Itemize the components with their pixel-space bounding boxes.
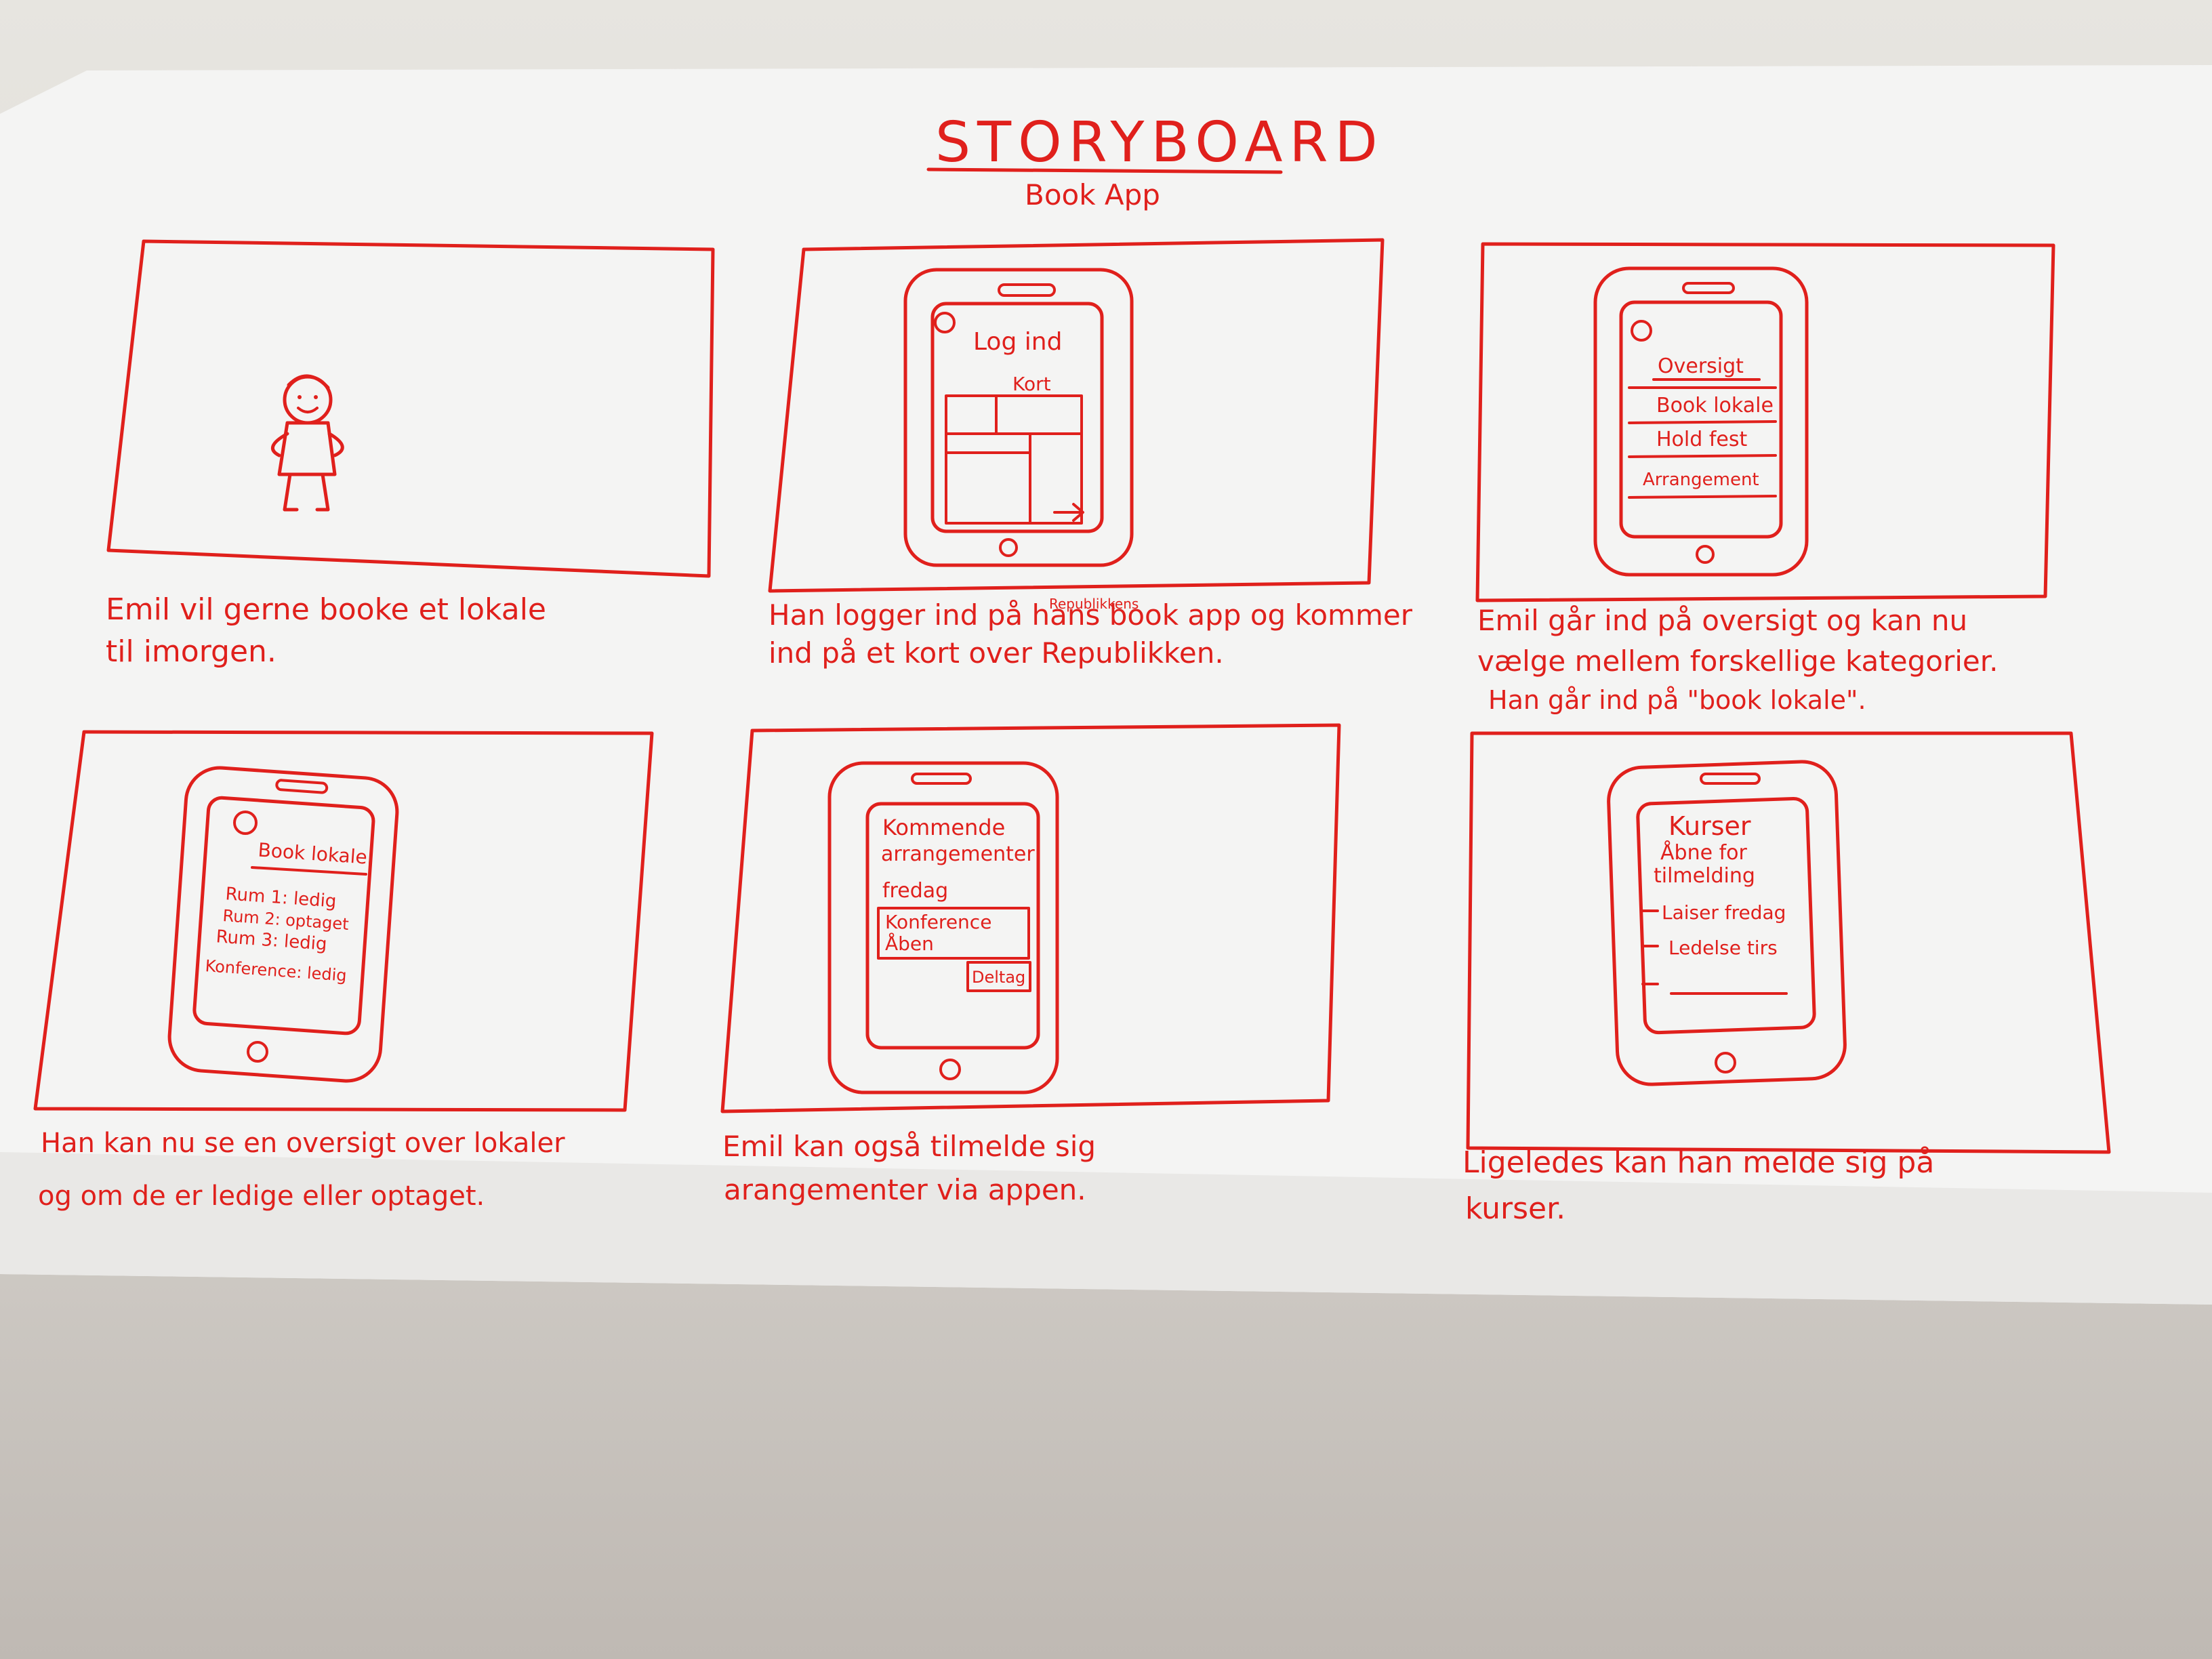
panel-2-caption-line-2: ind på et kort over Republikken. (769, 636, 1224, 670)
panel-3-caption-line-1: Emil går ind på oversigt og kan nu (1477, 604, 1967, 637)
join-button-label: Deltag (972, 968, 1025, 987)
phone-6-row-2: Ledelse tirs (1668, 937, 1778, 959)
phone-2-map-label: Kort (1012, 373, 1051, 395)
panel-6-caption-line-2: kurser. (1465, 1191, 1565, 1226)
storyboard-subtitle: Book App (1025, 178, 1160, 211)
phone-6-subtitle-line-1: Åbne for (1660, 840, 1747, 865)
event-card-line-1: Konference (885, 911, 991, 933)
phone-6-title: Kurser (1668, 811, 1751, 841)
panel-4-caption-line-1: Han kan nu se en oversigt over lokaler (41, 1128, 565, 1159)
paper (0, 65, 2212, 1305)
storyboard-title: STORYBOARD (935, 110, 1385, 175)
phone-5-title-line-2: arrangementer (881, 842, 1035, 866)
panel-6-caption-line-1: Ligeledes kan han melde sig på (1462, 1145, 1934, 1180)
phone-5-day: fredag (882, 879, 948, 903)
panel-3-caption-line-3: Han går ind på "book lokale". (1488, 685, 1866, 715)
panel-1-caption-line-2: til imorgen. (106, 634, 276, 669)
panel-2-caption-line-1: Han logger ind på hans book app og komme… (769, 598, 1413, 632)
phone-5-title-line-1: Kommende (882, 815, 1005, 840)
panel-3-caption-line-2: vælge mellem forskellige kategorier. (1477, 644, 1999, 678)
storyboard-sheet: STORYBOARD Book App Emil vil gerne booke… (0, 65, 2212, 1305)
phone-6-row-1: Laiser fredag (1662, 901, 1786, 924)
panel-5-caption-line-1: Emil kan også tilmelde sig (722, 1130, 1096, 1163)
phone-6-subtitle-line-2: tilmelding (1654, 864, 1755, 888)
event-card-line-2: Åben (885, 932, 934, 955)
menu-item-2: Book lokale (1656, 394, 1774, 417)
menu-item-1: Oversigt (1658, 354, 1744, 378)
panel-5-caption-line-2: arangementer via appen. (724, 1173, 1086, 1206)
menu-item-3: Hold fest (1656, 428, 1747, 451)
panel-1-caption-line-1: Emil vil gerne booke et lokale (106, 592, 546, 627)
phone-2-title: Log ind (973, 328, 1062, 356)
panel-4-caption-line-2: og om de er ledige eller optaget. (38, 1181, 485, 1212)
menu-item-4: Arrangement (1643, 470, 1759, 490)
